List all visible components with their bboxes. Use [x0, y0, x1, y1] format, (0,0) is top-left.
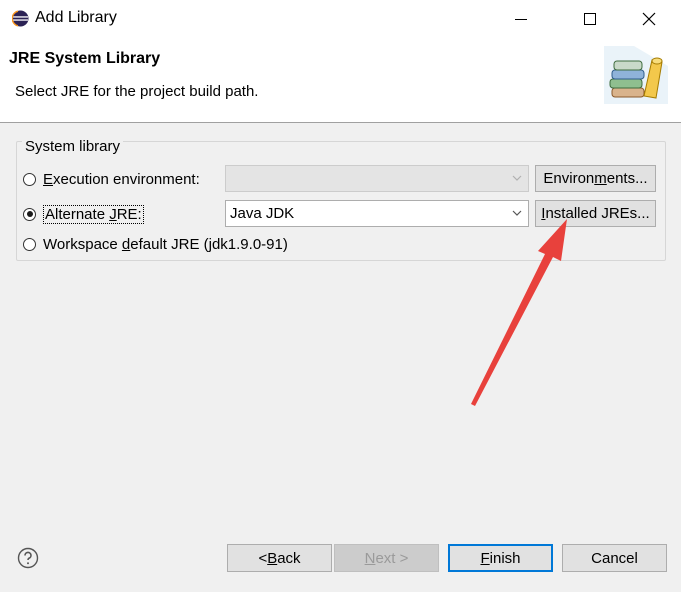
- combo-value: Java JDK: [230, 205, 295, 222]
- execution-environment-radio[interactable]: Execution environment:: [23, 169, 200, 189]
- finish-button[interactable]: Finish: [448, 544, 553, 572]
- execution-environment-combo[interactable]: [225, 165, 529, 192]
- next-button[interactable]: Next >: [334, 544, 439, 572]
- minimize-button[interactable]: [498, 0, 544, 38]
- eclipse-icon: [12, 10, 29, 27]
- page-title: JRE System Library: [9, 50, 161, 67]
- radio-circle[interactable]: [23, 207, 36, 221]
- page-description: Select JRE for the project build path.: [15, 83, 259, 100]
- minimize-icon: [515, 19, 527, 20]
- back-button[interactable]: < Back: [227, 544, 332, 572]
- alternate-jre-combo[interactable]: Java JDK: [225, 200, 529, 227]
- workspace-default-jre-label: Workspace default JRE (jdk1.9.0-91): [43, 235, 288, 253]
- workspace-default-jre-radio[interactable]: Workspace default JRE (jdk1.9.0-91): [23, 234, 288, 254]
- alternate-jre-label: Alternate JRE:: [43, 204, 144, 224]
- environments-button[interactable]: Environ m ents...: [535, 165, 656, 192]
- cancel-button[interactable]: Cancel: [562, 544, 667, 572]
- chevron-down-icon: [512, 210, 522, 216]
- close-icon: [642, 12, 656, 26]
- chevron-down-icon: [512, 175, 522, 181]
- radio-circle[interactable]: [23, 237, 36, 251]
- installed-jres-button[interactable]: Installed JREs...: [535, 200, 656, 227]
- alternate-jre-radio[interactable]: Alternate JRE:: [23, 204, 144, 224]
- help-icon[interactable]: [17, 547, 39, 569]
- title-bar: Add Library: [0, 0, 681, 38]
- maximize-button[interactable]: [567, 0, 613, 38]
- execution-environment-label: Execution environment:: [43, 170, 200, 188]
- books-icon: [604, 46, 668, 104]
- wizard-header: JRE System Library Select JRE for the pr…: [0, 38, 681, 123]
- window-title: Add Library: [35, 9, 117, 26]
- maximize-icon: [584, 13, 596, 25]
- close-button[interactable]: [626, 0, 672, 38]
- radio-circle[interactable]: [23, 172, 36, 186]
- group-legend: System library: [22, 138, 124, 155]
